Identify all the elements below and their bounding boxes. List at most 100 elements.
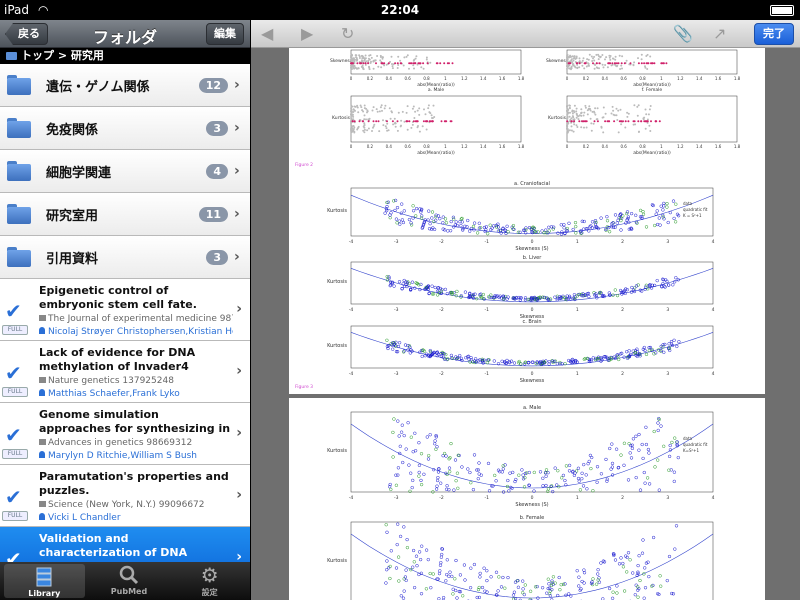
plot-caption: a. Male [428, 87, 445, 93]
checkmark-icon[interactable]: ✔ [5, 425, 27, 445]
data-point [421, 125, 424, 128]
data-point [424, 113, 427, 116]
data-point [599, 55, 602, 58]
folder-row[interactable]: 引用資料 3 › [0, 236, 250, 279]
authors-text: Vicki L Chandler [48, 513, 121, 523]
folder-row[interactable]: 免疫関係 3 › [0, 107, 250, 150]
data-point [446, 229, 450, 233]
data-point [594, 113, 597, 116]
folder-row[interactable]: 細胞学関連 4 › [0, 150, 250, 193]
data-point [414, 214, 418, 218]
back-arrow-icon[interactable]: ◀ [261, 24, 273, 43]
data-point [644, 352, 649, 357]
data-point [409, 471, 413, 475]
data-point [576, 466, 581, 470]
data-point [544, 483, 548, 488]
data-point [432, 104, 435, 107]
data-point [580, 112, 583, 114]
data-point [418, 130, 421, 133]
data-point [586, 113, 589, 116]
data-point [472, 453, 477, 457]
data-point [576, 126, 579, 128]
data-point [578, 66, 581, 69]
tab-pubmed[interactable]: PubMed [89, 562, 170, 600]
data-point [541, 476, 545, 480]
y-axis-label: Kurtosis [327, 448, 347, 454]
data-point [458, 353, 462, 358]
pdf-page-3[interactable]: a. Male Skewness (S) Kurtosis -4 -3 -2 -1 0 1 2 3 4… [289, 398, 765, 600]
data-point [659, 584, 663, 588]
paper-row[interactable]: ✔ FULL Paramutation's properties and puz… [0, 465, 250, 527]
data-point [626, 111, 629, 114]
journal-icon [39, 315, 46, 321]
data-point [391, 455, 395, 459]
tab-library[interactable]: Library [4, 564, 85, 598]
data-point [429, 61, 432, 64]
paper-row[interactable]: ✔ FULL Epigenetic control of embryonic s… [0, 279, 250, 341]
pdf-page-2[interactable]: a. Craniofacial Skewness (S) Kurtosis -4 -3 -… [289, 174, 765, 394]
plot-frame [350, 325, 714, 369]
attachment-icon[interactable]: 📎 [673, 24, 693, 43]
data-point [646, 447, 651, 452]
data-point [448, 229, 453, 233]
data-point [621, 565, 626, 569]
data-point [431, 117, 434, 120]
data-point [427, 209, 431, 213]
x-tick-label: -1 [485, 495, 490, 501]
pdf-page-1[interactable]: Skewness abs(Mean(ratio)) a. Male 0 0.2 0.4 0.… [289, 48, 765, 184]
data-point [566, 67, 568, 70]
data-point [644, 66, 647, 69]
data-point [400, 202, 404, 206]
tab-settings[interactable]: ⚙ 設定 [169, 562, 250, 600]
data-point [668, 210, 672, 215]
data-point [571, 227, 575, 232]
folder-row[interactable]: 研究室用 11 › [0, 193, 250, 236]
data-point [577, 584, 581, 588]
data-point [560, 476, 564, 480]
paper-authors: Vicki L Chandler [39, 513, 233, 523]
data-point [655, 278, 659, 283]
data-point [392, 284, 396, 288]
paper-row[interactable]: ✔ FULL Lack of evidence for DNA methylat… [0, 341, 250, 403]
data-point [595, 480, 599, 484]
data-point [397, 55, 400, 58]
data-point [615, 591, 619, 595]
x-axis-label: Skewness [520, 378, 545, 384]
data-point [426, 457, 431, 461]
edit-button[interactable]: 編集 [206, 23, 244, 45]
data-point [384, 581, 388, 585]
data-point [399, 430, 404, 434]
data-point [384, 125, 387, 128]
data-point [416, 120, 419, 123]
data-point [575, 62, 578, 65]
data-point [478, 575, 482, 579]
data-point [652, 429, 656, 434]
data-point [644, 425, 648, 429]
checkmark-icon[interactable]: ✔ [5, 363, 27, 383]
data-point [408, 62, 411, 65]
data-point [593, 59, 596, 62]
data-point [396, 419, 400, 423]
share-icon[interactable]: ↗ [713, 24, 726, 43]
data-point [445, 120, 448, 123]
data-point [621, 67, 623, 70]
reload-icon[interactable]: ↻ [341, 24, 354, 43]
data-point [621, 561, 625, 566]
checkmark-icon[interactable]: ✔ [5, 487, 27, 507]
forward-arrow-icon[interactable]: ▶ [301, 24, 313, 43]
x-tick-label: 1 [660, 76, 663, 81]
checkmark-icon[interactable]: ✔ [5, 301, 27, 321]
data-point [584, 473, 588, 477]
data-point [577, 479, 581, 483]
data-point [462, 563, 467, 567]
paper-row[interactable]: ✔ FULL Genome simulation approaches for … [0, 403, 250, 465]
done-button[interactable]: 完了 [754, 23, 794, 45]
data-point [605, 479, 609, 483]
data-point [363, 107, 366, 110]
data-point [368, 54, 371, 57]
folder-row[interactable]: 遺伝・ゲノム関係 12 › [0, 64, 250, 107]
data-point [517, 473, 521, 477]
data-point [418, 113, 421, 116]
data-point [625, 211, 629, 216]
viewer-toolbar: ◀ ▶ ↻ 📎 ↗ 完了 [251, 20, 800, 48]
